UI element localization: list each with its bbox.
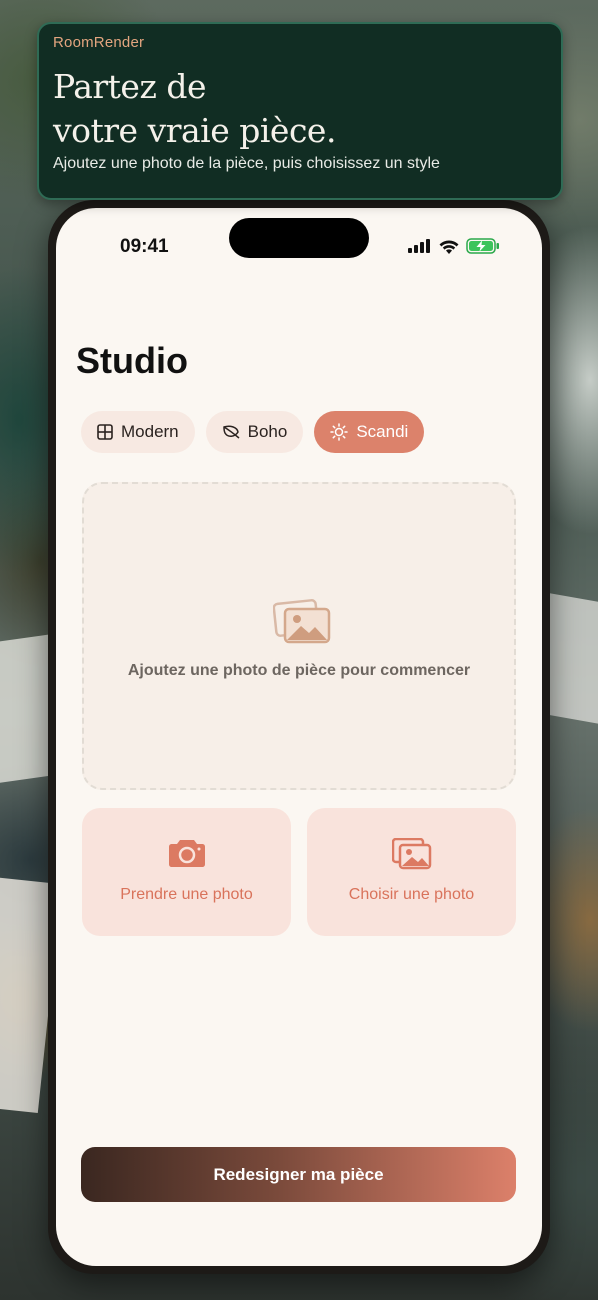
style-chip-modern[interactable]: Modern — [81, 411, 195, 453]
app-screen: 09:41 Studio Modern Boho Scandi Ajoutez … — [56, 208, 542, 1266]
style-chip-label: Boho — [247, 422, 288, 441]
choose-photo-label: Choisir une photo — [348, 886, 475, 903]
photos-icon — [273, 599, 331, 644]
headline-line-2: votre vraie pièce. — [53, 111, 336, 150]
headline-line-1: Partez de — [53, 67, 207, 106]
cellular-signal-icon — [408, 239, 430, 253]
banner-subtitle: Ajoutez une photo de la pièce, puis choi… — [53, 155, 440, 172]
phone-frame: 09:41 Studio Modern Boho Scandi Ajoutez … — [48, 200, 550, 1274]
dynamic-island — [229, 218, 369, 258]
take-photo-button[interactable]: Prendre une photo — [82, 808, 291, 936]
photo-dropzone[interactable]: Ajoutez une photo de pièce pour commence… — [82, 482, 516, 790]
dropzone-hint: Ajoutez une photo de pièce pour commence… — [127, 662, 471, 679]
choose-photo-button[interactable]: Choisir une photo — [307, 808, 516, 936]
sun-icon — [330, 423, 349, 441]
style-chip-scandi[interactable]: Scandi — [314, 411, 425, 453]
photo-library-icon — [391, 838, 431, 870]
photo-actions: Prendre une photo Choisir une photo — [82, 808, 516, 936]
status-icons — [408, 238, 500, 254]
header-banner: RoomRender Partez de votre vraie pièce. … — [37, 22, 563, 200]
wifi-icon — [439, 239, 459, 254]
take-photo-label: Prendre une photo — [120, 886, 253, 903]
style-chip-label: Scandi — [356, 422, 409, 441]
style-selector: Modern Boho Scandi — [81, 411, 425, 453]
redesign-button[interactable]: Redesigner ma pièce — [81, 1147, 516, 1202]
banner-headline: Partez de votre vraie pièce. — [53, 65, 547, 153]
style-chip-label: Modern — [121, 422, 179, 441]
style-chip-boho[interactable]: Boho — [205, 411, 304, 453]
status-time: 09:41 — [120, 236, 169, 257]
grid-icon — [97, 424, 113, 440]
page-title: Studio — [76, 340, 188, 381]
camera-icon — [168, 840, 205, 867]
brand-name: RoomRender — [53, 34, 145, 51]
battery-charging-icon — [466, 238, 499, 254]
leaf-icon — [222, 425, 240, 439]
